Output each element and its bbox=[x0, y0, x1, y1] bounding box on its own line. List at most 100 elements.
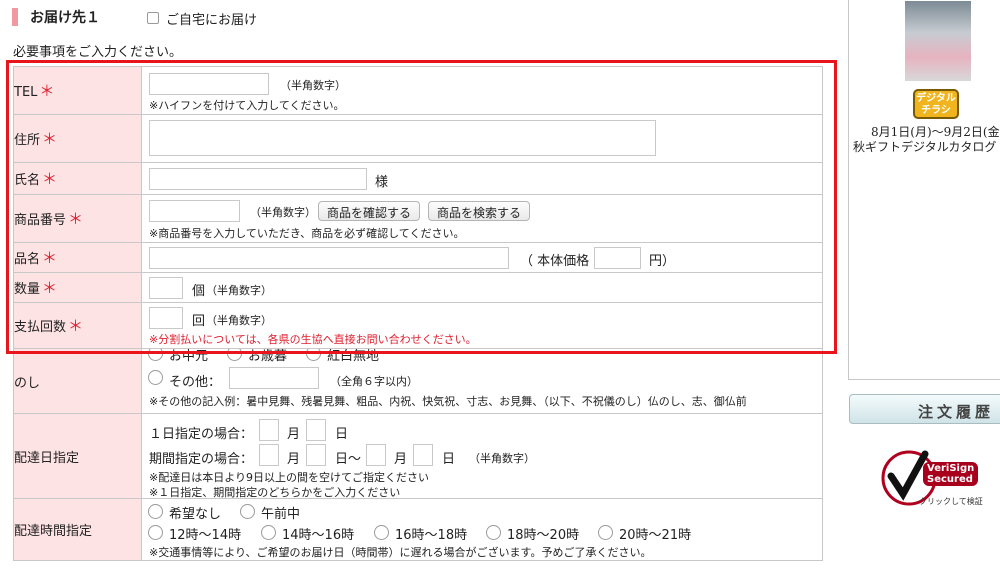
range-end-day-input[interactable] bbox=[413, 444, 433, 466]
product-number-input[interactable] bbox=[149, 200, 240, 222]
noshi-oseibo-radio[interactable] bbox=[227, 349, 242, 361]
quantity-hint: （半角数字） bbox=[206, 284, 272, 297]
sidebar-panel: デジタル チラシ 8月1日(月)〜9月2日(金 秋ギフトデジタルカタログ bbox=[848, 0, 1000, 380]
noshi-kohaku-label: 紅白無地 bbox=[327, 349, 380, 365]
installments-warning: ※分割払いについては、各県の生協へ直接お問い合わせください。 bbox=[149, 333, 477, 346]
row-installments: 支払回数＊ 回 （半角数字） ※分割払いについては、各県の生協へ直接お問い合わせ… bbox=[13, 302, 823, 349]
single-day-unit: 日 bbox=[335, 427, 349, 442]
delivery-date-note1: ※配達日は本日より9日以上の間を空けてご指定ください bbox=[149, 471, 429, 484]
address-textarea[interactable] bbox=[149, 120, 656, 156]
name-label: 氏名 bbox=[14, 173, 41, 188]
row-address: 住所＊ bbox=[13, 114, 823, 163]
time-16-18-label: 16時〜18時 bbox=[395, 528, 468, 543]
required-mark: ＊ bbox=[39, 82, 55, 100]
noshi-oseibo-label: お歳暮 bbox=[248, 349, 288, 365]
time-20-21-label: 20時〜21時 bbox=[619, 528, 692, 543]
base-price-unit: 円） bbox=[649, 254, 676, 269]
time-none-radio[interactable] bbox=[148, 504, 163, 519]
range-date-label: 期間指定の場合： bbox=[149, 452, 254, 467]
tel-input[interactable] bbox=[149, 73, 269, 95]
verisign-text-line2: Secured bbox=[927, 474, 973, 485]
product-number-note: ※商品番号を入力していただき、商品を必ず確認してください。 bbox=[149, 227, 465, 240]
time-morning-label: 午前中 bbox=[261, 507, 301, 522]
confirm-product-button[interactable]: 商品を確認する bbox=[318, 201, 421, 221]
delivery-time-note: ※交通事情等により、ご希望のお届け日（時間帯）に遅れる場合がございます。予めご了… bbox=[149, 546, 652, 559]
noshi-ochugen-radio[interactable] bbox=[148, 349, 163, 361]
quantity-unit: 個 bbox=[192, 284, 206, 299]
delivery-time-label: 配達時間指定 bbox=[14, 524, 93, 539]
range-hint: （半角数字） bbox=[469, 452, 535, 465]
badge-line1: デジタル bbox=[916, 93, 956, 104]
label-cell: TEL ＊ bbox=[13, 66, 142, 115]
name-input[interactable] bbox=[149, 168, 367, 190]
range-tilde: 日〜 bbox=[335, 452, 362, 467]
section-marker bbox=[12, 8, 18, 26]
noshi-other-radio[interactable] bbox=[148, 370, 163, 385]
required-mark: ＊ bbox=[42, 249, 58, 267]
tel-hint: （半角数字） bbox=[280, 79, 346, 92]
product-number-hint: （半角数字） bbox=[250, 206, 316, 219]
single-month-unit: 月 bbox=[287, 427, 301, 442]
time-14-16-radio[interactable] bbox=[261, 525, 276, 540]
row-noshi: のし お中元 お歳暮 紅白無地 その他： （全角６字以内） ※その他の記入例：暑… bbox=[13, 348, 823, 414]
catalog-thumbnail[interactable] bbox=[905, 1, 971, 81]
installments-unit: 回 bbox=[192, 314, 206, 329]
range-start-month-input[interactable] bbox=[259, 444, 279, 466]
row-tel: TEL ＊ （半角数字） ※ハイフンを付けて入力してください。 bbox=[13, 66, 823, 115]
name-suffix: 様 bbox=[375, 175, 389, 190]
required-mark: ＊ bbox=[68, 317, 84, 335]
quantity-input[interactable] bbox=[149, 277, 183, 299]
single-day-input[interactable] bbox=[306, 419, 326, 441]
time-16-18-radio[interactable] bbox=[374, 525, 389, 540]
installments-label: 支払回数 bbox=[14, 320, 67, 335]
home-delivery-checkbox[interactable] bbox=[147, 12, 159, 24]
noshi-kohaku-radio[interactable] bbox=[306, 349, 321, 361]
tel-label: TEL bbox=[14, 85, 38, 100]
product-name-label: 品名 bbox=[14, 252, 41, 267]
base-price-input[interactable] bbox=[594, 247, 641, 269]
row-quantity: 数量＊ 個 （半角数字） bbox=[13, 272, 823, 303]
range-end-day-unit: 日 bbox=[442, 452, 456, 467]
noshi-ochugen-label: お中元 bbox=[169, 349, 209, 365]
required-note: 必要事項をご入力ください。 bbox=[13, 45, 183, 60]
required-mark: ＊ bbox=[42, 170, 58, 188]
time-18-20-label: 18時〜20時 bbox=[507, 528, 580, 543]
digital-flyer-badge[interactable]: デジタル チラシ bbox=[913, 89, 959, 119]
catalog-title[interactable]: 秋ギフトデジタルカタログ bbox=[853, 138, 996, 155]
row-delivery-date: 配達日指定 １日指定の場合： 月 日 期間指定の場合： 月 日〜 月 日 （半角… bbox=[13, 413, 823, 499]
delivery-date-label: 配達日指定 bbox=[14, 450, 80, 466]
time-morning-radio[interactable] bbox=[240, 504, 255, 519]
time-20-21-radio[interactable] bbox=[598, 525, 613, 540]
time-12-14-label: 12時〜14時 bbox=[169, 528, 242, 543]
single-date-label: １日指定の場合： bbox=[149, 427, 254, 442]
range-end-month-unit: 月 bbox=[394, 452, 408, 467]
installments-hint: （半角数字） bbox=[206, 314, 272, 327]
product-name-input[interactable] bbox=[149, 247, 509, 269]
required-mark: ＊ bbox=[68, 210, 84, 228]
noshi-other-input[interactable] bbox=[229, 367, 319, 389]
order-form-table: TEL ＊ （半角数字） ※ハイフンを付けて入力してください。 住所＊ 氏名＊ 様… bbox=[13, 66, 823, 561]
verisign-seal[interactable]: VeriSign Secured クリックして検証 bbox=[877, 448, 997, 510]
single-month-input[interactable] bbox=[259, 419, 279, 441]
badge-line2: チラシ bbox=[921, 105, 951, 116]
noshi-label: のし bbox=[14, 375, 41, 391]
order-history-button[interactable]: 注文履歴 bbox=[849, 394, 1000, 424]
time-12-14-radio[interactable] bbox=[148, 525, 163, 540]
range-end-month-input[interactable] bbox=[366, 444, 386, 466]
search-product-button[interactable]: 商品を検索する bbox=[428, 201, 531, 221]
time-18-20-radio[interactable] bbox=[486, 525, 501, 540]
row-name: 氏名＊ 様 bbox=[13, 162, 823, 195]
noshi-other-label: その他： bbox=[169, 375, 222, 390]
address-label: 住所 bbox=[14, 133, 41, 148]
range-start-month-unit: 月 bbox=[287, 452, 301, 467]
range-start-day-input[interactable] bbox=[306, 444, 326, 466]
required-mark: ＊ bbox=[42, 130, 58, 148]
installments-input[interactable] bbox=[149, 307, 183, 329]
verisign-text-line1: VeriSign bbox=[927, 463, 975, 474]
home-delivery-label: ご自宅にお届け bbox=[166, 13, 258, 28]
time-none-label: 希望なし bbox=[169, 507, 222, 522]
required-mark: ＊ bbox=[42, 279, 58, 297]
time-14-16-label: 14時〜16時 bbox=[282, 528, 355, 543]
row-delivery-time: 配達時間指定 希望なし 午前中 12時〜14時 14時〜16時 16時〜18時 … bbox=[13, 498, 823, 561]
base-price-label: （ 本体価格 bbox=[520, 254, 590, 269]
